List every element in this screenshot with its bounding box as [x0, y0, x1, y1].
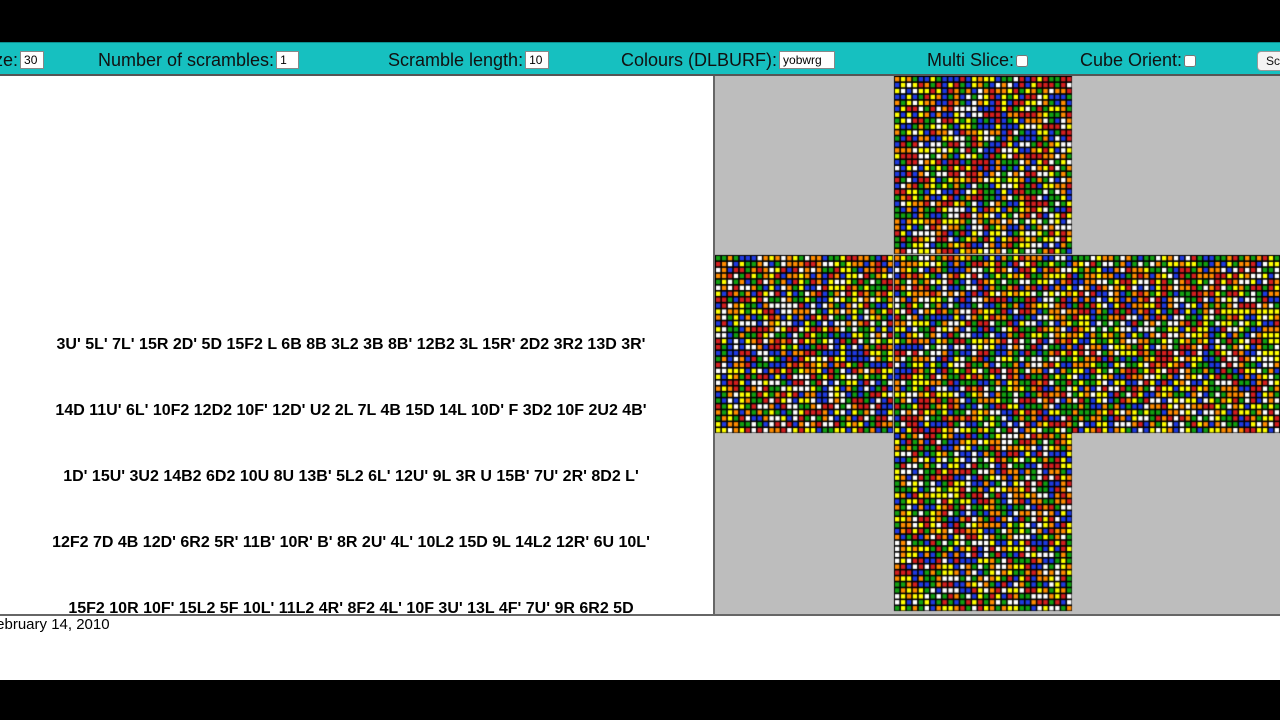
cube-net-pane: [715, 76, 1280, 614]
colours-control: Colours (DLBURF):: [621, 49, 836, 71]
scramble-sequence: 3U' 5L' 7L' 15R 2D' 5D 15F2 L 6B 8B 3L2 …: [0, 290, 708, 614]
size-input[interactable]: [20, 51, 45, 69]
scramble-text-pane: 3U' 5L' 7L' 15R 2D' 5D 15F2 L 6B 8B 3L2 …: [0, 76, 715, 614]
multi-slice-control: Multi Slice:: [927, 49, 1029, 71]
colours-input[interactable]: [779, 51, 836, 69]
scramble-line: 12F2 7D 4B 12D' 6R2 5R' 11B' 10R' B' 8R …: [52, 534, 650, 551]
footer-date: February 14, 2010: [0, 616, 110, 633]
multi-slice-label: Multi Slice:: [927, 49, 1015, 70]
colours-label: Colours (DLBURF):: [621, 49, 778, 70]
scramble-line: 14D 11U' 6L' 10F2 12D2 10F' 12D' U2 2L 7…: [55, 402, 647, 419]
scramble-button[interactable]: Scramble: [1257, 51, 1280, 71]
scramble-length-input[interactable]: [525, 51, 550, 69]
num-scrambles-control: Number of scrambles:: [98, 49, 300, 71]
multi-slice-checkbox[interactable]: [1016, 55, 1029, 67]
size-label: Size:: [0, 49, 19, 70]
scramble-line: 3U' 5L' 7L' 15R 2D' 5D 15F2 L 6B 8B 3L2 …: [56, 336, 646, 353]
cube-orient-checkbox[interactable]: [1184, 55, 1197, 67]
scramble-length-label: Scramble length:: [388, 49, 524, 70]
cube-net-canvas: [715, 76, 1280, 614]
bottom-divider: [0, 614, 1280, 616]
letterbox-bottom: [0, 680, 1280, 720]
scramble-line: 1D' 15U' 3U2 14B2 6D2 10U 8U 13B' 5L2 6L…: [63, 468, 639, 485]
num-scrambles-label: Number of scrambles:: [98, 49, 275, 70]
toolbar: Size: Number of scrambles: Scramble leng…: [0, 42, 1280, 76]
scramble-line: 15F2 10R 10F' 15L2 5F 10L' 11L2 4R' 8F2 …: [68, 600, 634, 614]
cube-orient-control: Cube Orient:: [1080, 49, 1197, 71]
num-scrambles-input[interactable]: [276, 51, 300, 69]
letterbox-top: [0, 0, 1280, 42]
scramble-length-control: Scramble length:: [388, 49, 550, 71]
scrambler-page: Size: Number of scrambles: Scramble leng…: [0, 42, 1280, 680]
size-control: Size:: [0, 49, 45, 71]
cube-orient-label: Cube Orient:: [1080, 49, 1183, 70]
